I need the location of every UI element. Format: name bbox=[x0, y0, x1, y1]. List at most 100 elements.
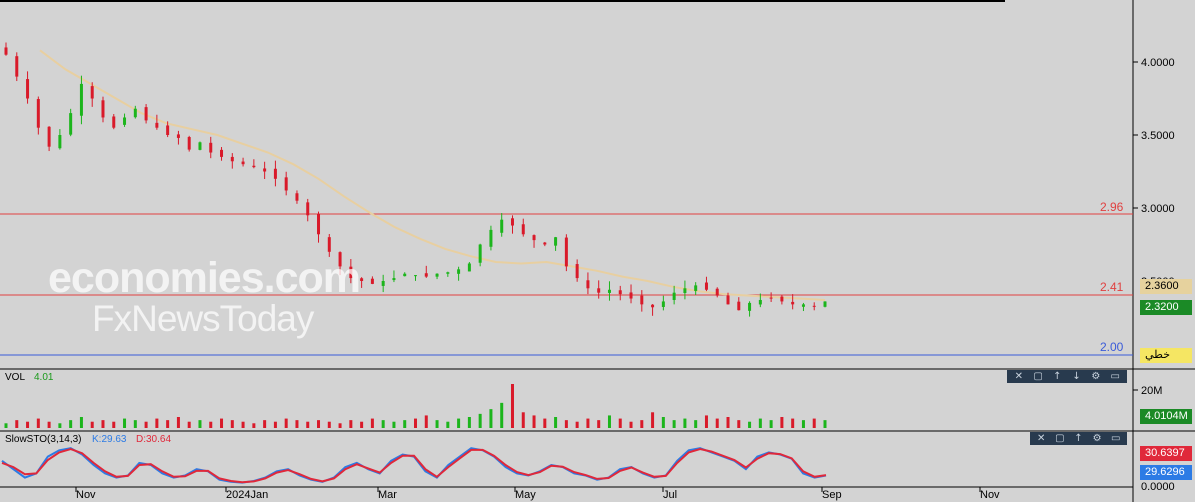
candle-body bbox=[500, 219, 504, 233]
candle-body bbox=[748, 302, 752, 311]
candle-body bbox=[510, 218, 514, 226]
volume-bar bbox=[58, 423, 62, 428]
volume-bar bbox=[823, 420, 827, 428]
volume-axis-label: 20M bbox=[1141, 385, 1162, 397]
candle-body bbox=[769, 297, 773, 299]
time-axis: Nov 2024Jan Mar May Jul Sep Nov bbox=[75, 487, 1000, 501]
volume-bar bbox=[230, 420, 234, 428]
candle-body bbox=[780, 296, 784, 302]
candle-body bbox=[241, 161, 245, 165]
minimize-icon[interactable]: ▢ bbox=[1031, 370, 1046, 383]
price-axis: 4.0000 3.5000 3.0000 2.5000 bbox=[1133, 57, 1175, 288]
ma-price-tag: 2.3600 bbox=[1140, 279, 1192, 294]
volume-bar bbox=[769, 420, 773, 428]
volume-bar bbox=[607, 415, 611, 428]
candle-body bbox=[478, 244, 482, 263]
time-tick-label: May bbox=[515, 489, 536, 501]
close-icon[interactable]: ✕ bbox=[1034, 432, 1049, 445]
candle-body bbox=[446, 272, 450, 274]
candle-body bbox=[47, 126, 51, 147]
volume-bar bbox=[155, 418, 159, 428]
volume-bar bbox=[683, 418, 687, 428]
candle-body bbox=[263, 168, 267, 172]
volume-bar bbox=[489, 409, 493, 428]
volume-bar bbox=[478, 413, 482, 428]
candle-body bbox=[791, 301, 795, 305]
candle-body bbox=[521, 224, 525, 235]
volume-bar bbox=[780, 417, 784, 428]
volume-bar bbox=[370, 418, 374, 428]
candle-body bbox=[564, 237, 568, 267]
move-up-icon[interactable]: ↑ bbox=[1071, 432, 1086, 445]
volume-bar bbox=[252, 423, 256, 428]
volume-bar bbox=[36, 418, 40, 428]
stochastic-k-value: K:29.63 bbox=[92, 434, 127, 445]
candle-body bbox=[36, 99, 40, 128]
candle-body bbox=[26, 79, 30, 99]
candle-body bbox=[112, 116, 116, 128]
watermark-economies-logo: economies.com bbox=[48, 254, 361, 302]
maximize-icon[interactable]: ▭ bbox=[1108, 432, 1123, 445]
minimize-icon[interactable]: ▢ bbox=[1052, 432, 1067, 445]
volume-bar bbox=[543, 418, 547, 428]
candle-body bbox=[575, 264, 579, 279]
candle-body bbox=[715, 288, 719, 296]
line-tool-tag[interactable]: خطي bbox=[1140, 348, 1192, 363]
volume-bar bbox=[737, 420, 741, 428]
candle-body bbox=[532, 235, 536, 241]
stock-chart: 4.0000 3.5000 3.0000 2.5000 2.96 2.41 2.… bbox=[0, 0, 1195, 502]
level-label-2-41: 2.41 bbox=[1100, 280, 1124, 294]
candle-body bbox=[123, 117, 127, 125]
time-tick-label: Sep bbox=[822, 489, 842, 501]
candle-body bbox=[597, 288, 601, 293]
move-down-icon[interactable]: ↓ bbox=[1069, 370, 1084, 383]
settings-icon[interactable]: ⚙ bbox=[1088, 370, 1103, 383]
candle-body bbox=[489, 229, 493, 247]
volume-bar bbox=[15, 420, 19, 428]
volume-bar bbox=[327, 421, 331, 428]
last-price-tag: 2.3200 bbox=[1140, 300, 1192, 315]
candle-body bbox=[823, 301, 827, 307]
volume-bar bbox=[317, 420, 321, 428]
volume-bar bbox=[220, 418, 224, 428]
settings-icon[interactable]: ⚙ bbox=[1090, 432, 1105, 445]
volume-bar bbox=[273, 421, 277, 428]
time-tick-label: Nov bbox=[980, 489, 1000, 501]
watermark-fxnewstoday-logo: FxNewsToday bbox=[92, 298, 314, 339]
volume-bar bbox=[263, 420, 267, 428]
candle-body bbox=[704, 282, 708, 290]
candle-body bbox=[607, 289, 611, 293]
candle-body bbox=[209, 142, 213, 153]
candle-body bbox=[694, 285, 698, 291]
volume-bar bbox=[112, 421, 116, 428]
volume-bar bbox=[47, 421, 51, 428]
volume-bar bbox=[586, 418, 590, 428]
move-up-icon[interactable]: ↑ bbox=[1050, 370, 1065, 383]
volume-bar bbox=[403, 420, 407, 428]
candle-body bbox=[403, 273, 407, 277]
candle-body bbox=[435, 273, 439, 277]
stochastic-k-line bbox=[1, 447, 827, 484]
volume-bar bbox=[575, 421, 579, 428]
volume-bar bbox=[597, 420, 601, 428]
maximize-icon[interactable]: ▭ bbox=[1108, 370, 1123, 383]
volume-bar bbox=[661, 417, 665, 428]
level-label-2-00: 2.00 bbox=[1100, 340, 1124, 354]
candle-body bbox=[672, 292, 676, 300]
candle-body bbox=[457, 269, 461, 274]
candle-body bbox=[801, 304, 805, 307]
candle-body bbox=[306, 202, 310, 216]
volume-bar bbox=[338, 423, 342, 428]
volume-bar bbox=[392, 421, 396, 428]
volume-bar bbox=[694, 420, 698, 428]
candle-body bbox=[58, 135, 62, 149]
price-tick-label: 3.5000 bbox=[1141, 130, 1175, 142]
volume-bar bbox=[532, 415, 536, 428]
candle-body bbox=[4, 47, 8, 55]
volume-bar bbox=[510, 384, 514, 428]
candle-body bbox=[15, 56, 19, 77]
close-icon[interactable]: ✕ bbox=[1011, 370, 1026, 383]
candle-body bbox=[101, 100, 105, 118]
volume-bar bbox=[791, 418, 795, 428]
volume-bar bbox=[564, 420, 568, 428]
